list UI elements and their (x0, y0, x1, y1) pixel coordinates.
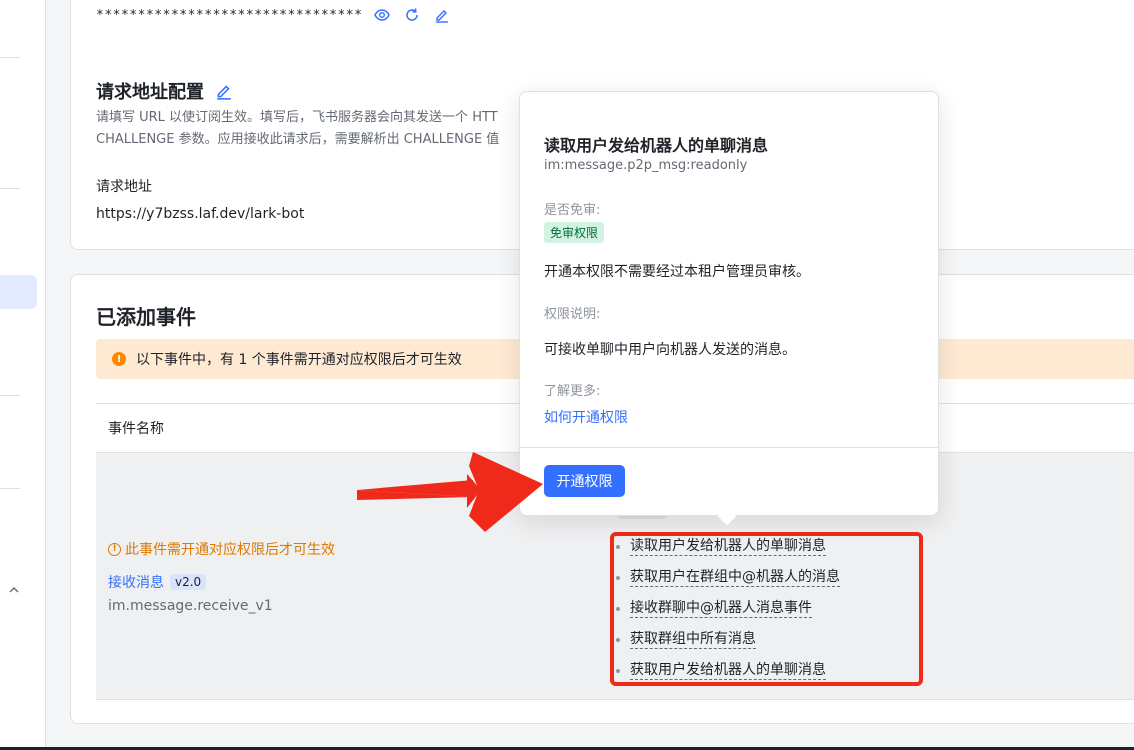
popover-scope: im:message.p2p_msg:readonly (544, 158, 748, 173)
secret-row: ******************************** (96, 5, 452, 25)
review-label: 是否免审: (544, 203, 601, 218)
edit-icon[interactable] (432, 5, 452, 25)
request-config-title: 请求地址配置 (96, 82, 204, 103)
request-url-value: https://y7bzss.laf.dev/lark-bot (96, 206, 305, 222)
permission-popover: 读取用户发给机器人的单聊消息 im:message.p2p_msg:readon… (519, 91, 939, 527)
event-permission-warning-text: 此事件需开通对应权限后才可生效 (125, 542, 335, 558)
event-name-link[interactable]: 接收消息 (108, 572, 164, 592)
sidebar-divider (0, 488, 20, 489)
sidebar-item-active[interactable] (0, 275, 37, 309)
added-events-title: 已添加事件 (96, 305, 196, 329)
warning-icon: ! (112, 352, 126, 366)
description-line: 请填写 URL 以使订阅生效。填写后，飞书服务器会向其发送一个 HTT (96, 110, 498, 125)
event-key: im.message.receive_v1 (108, 598, 273, 614)
event-permission-warning: ! 此事件需开通对应权限后才可生效 (108, 539, 335, 559)
events-warning-text: 以下事件中，有 1 个事件需开通对应权限后才可生效 (136, 352, 462, 368)
version-badge: v2.0 (170, 574, 207, 590)
learn-more-label: 了解更多: (544, 384, 601, 399)
sidebar-divider (0, 395, 20, 396)
warning-circle-icon: ! (108, 542, 121, 556)
request-url-label: 请求地址 (96, 179, 152, 195)
review-text: 开通本权限不需要经过本租户管理员审核。 (544, 264, 810, 280)
description-label: 权限说明: (544, 307, 601, 322)
description-text: 可接收单聊中用户向机器人发送的消息。 (544, 342, 796, 358)
chevron-up-icon[interactable] (8, 584, 22, 598)
review-exempt-tag: 免审权限 (544, 222, 605, 243)
description-line: CHALLENGE 参数。应用接收此请求后，需要解析出 CHALLENGE 值 (96, 132, 500, 147)
sidebar-divider (0, 57, 20, 58)
sidebar-divider (0, 188, 20, 189)
refresh-icon[interactable] (402, 5, 422, 25)
annotation-highlight-box (610, 532, 923, 686)
enable-permission-button[interactable]: 开通权限 (544, 465, 625, 497)
column-header-event-name: 事件名称 (108, 421, 164, 437)
request-config-heading: 请求地址配置 (96, 78, 234, 104)
annotation-arrow-icon (357, 452, 543, 532)
edit-icon[interactable] (214, 81, 234, 101)
popover-divider (520, 447, 938, 448)
popover-title: 读取用户发给机器人的单聊消息 (544, 136, 769, 155)
event-name-row: 接收消息 v2.0 (108, 572, 207, 592)
how-to-enable-link[interactable]: 如何开通权限 (544, 407, 628, 427)
masked-secret: ******************************** (96, 7, 363, 23)
request-config-description: 请填写 URL 以使订阅生效。填写后，飞书服务器会向其发送一个 HTT CHAL… (96, 107, 526, 151)
eye-icon[interactable] (372, 5, 392, 25)
left-sidebar (0, 0, 46, 750)
